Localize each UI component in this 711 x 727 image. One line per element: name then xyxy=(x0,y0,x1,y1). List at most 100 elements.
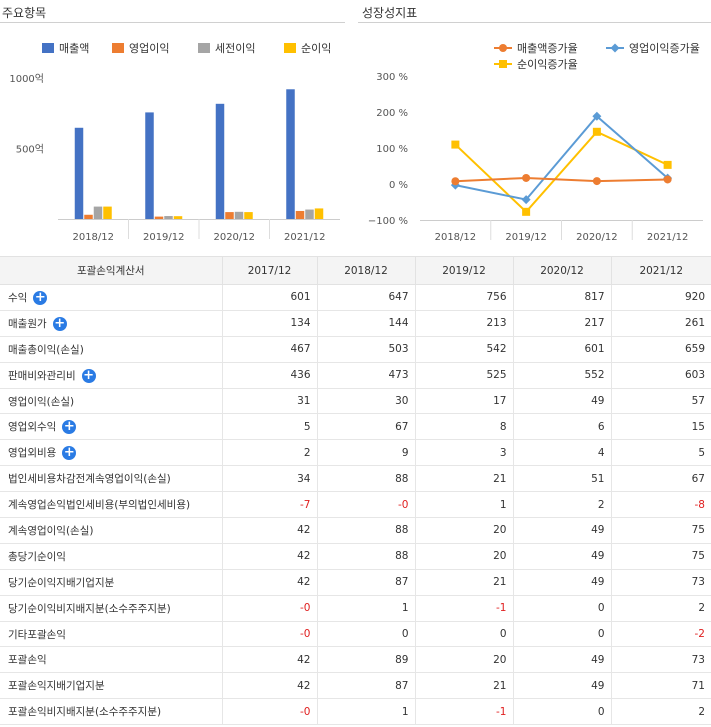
row-label: 기타포괄손익 xyxy=(8,628,66,641)
row-label-cell: 당기순이익비지배지분(소수주주지분) xyxy=(0,595,223,622)
row-label-cell: 포괄손익지배기업지분 xyxy=(0,672,223,700)
value-cell: 20 xyxy=(415,646,514,674)
expand-plus-icon[interactable]: + xyxy=(62,420,77,435)
value-cell: -0 xyxy=(222,621,318,648)
table-row: 계속영업손익법인세비용(부의법인세비용) -7 -0 1 2 -8 xyxy=(0,491,711,519)
value-cell: 3 xyxy=(415,439,514,467)
point-2-2 xyxy=(592,127,601,136)
value-cell: 49 xyxy=(513,569,612,596)
row-label-cell: 포괄손익 xyxy=(0,646,223,674)
value-cell: -0 xyxy=(222,595,318,622)
value-cell: 659 xyxy=(611,336,711,363)
row-label: 영업외수익 xyxy=(8,421,57,434)
table-header-year: 2020/12 xyxy=(513,256,612,285)
value-cell: 51 xyxy=(513,465,612,493)
value-cell: 87 xyxy=(317,672,416,700)
value-cell: 552 xyxy=(513,362,612,389)
bar-2-1 xyxy=(164,216,173,219)
series-line-0 xyxy=(455,176,668,183)
legend-label-1: 영업이익증가율 xyxy=(629,42,700,55)
row-label: 총당기순이익 xyxy=(8,550,66,563)
bar-0-2 xyxy=(215,103,225,219)
value-cell: -0 xyxy=(222,698,318,726)
value-cell: 73 xyxy=(611,646,711,674)
y-tick-label: 300 % xyxy=(376,72,408,83)
value-cell: 920 xyxy=(611,284,711,311)
value-cell: -7 xyxy=(222,491,318,519)
table-header-year: 2021/12 xyxy=(611,256,711,285)
row-label-cell: 계속영업손익법인세비용(부의법인세비용) xyxy=(0,491,223,519)
value-cell: 6 xyxy=(513,413,612,441)
row-label-cell: 총당기순이익 xyxy=(0,543,223,570)
value-cell: 88 xyxy=(317,517,416,544)
table-header-title: 포괄손익계산서 xyxy=(0,256,223,285)
value-cell: 467 xyxy=(222,336,318,363)
y-tick-label: 100 % xyxy=(376,144,408,155)
value-cell: 20 xyxy=(415,543,514,570)
expand-plus-icon[interactable]: + xyxy=(62,446,77,461)
table-row: 당기순이익비지배지분(소수주주지분) -0 1 -1 0 2 xyxy=(0,595,711,622)
growth-line-chart: 매출액증가율 영업이익증가율순이익증가율 300 % 200 % 100 % 0 % −10… xyxy=(368,42,703,243)
point-2-3 xyxy=(663,160,672,169)
table-row: 포괄손익지배기업지분 42 87 21 49 71 xyxy=(0,672,711,700)
value-cell: 134 xyxy=(222,310,318,337)
table-row: 포괄손익 42 89 20 49 73 xyxy=(0,646,711,674)
table-header-year: 2019/12 xyxy=(415,256,514,285)
value-cell: 49 xyxy=(513,672,612,700)
value-cell: 49 xyxy=(513,388,612,415)
bar-3-1 xyxy=(173,216,183,219)
legend-swatch-3 xyxy=(284,43,296,53)
legend-marker-0 xyxy=(499,44,507,52)
value-cell: 261 xyxy=(611,310,711,337)
value-cell: -0 xyxy=(317,491,416,519)
row-label-cell: 포괄손익비지배지분(소수주주지분) xyxy=(0,698,223,726)
series-line-1 xyxy=(455,114,669,201)
value-cell: 5 xyxy=(611,439,711,467)
point-2-1 xyxy=(522,207,531,216)
row-label: 법인세비용차감전계속영업이익(손실) xyxy=(8,473,171,486)
value-cell: 144 xyxy=(317,310,416,337)
value-cell: 15 xyxy=(611,413,711,441)
row-label: 판매비와관리비 xyxy=(8,369,76,382)
table-header-year: 2017/12 xyxy=(222,256,318,285)
value-cell: 42 xyxy=(222,517,318,544)
point-2-0 xyxy=(451,140,460,149)
growth-panel: 성장성지표 매출액증가율 영업이익증가율 순이익증가율 300 % 200 % 100 %… xyxy=(358,0,711,256)
x-tick-label: 2019/12 xyxy=(505,232,547,243)
value-cell: 4 xyxy=(513,439,612,467)
series-line-2 xyxy=(454,130,669,214)
row-label-cell: 판매비와관리비 + xyxy=(0,362,223,389)
table-header-row: 포괄손익계산서 2017/12 2018/12 2019/12 2020/12 2021/… xyxy=(0,256,711,285)
value-cell: 647 xyxy=(317,284,416,311)
y-tick-label: −100 % xyxy=(368,216,408,227)
y-tick-label: 0 % xyxy=(389,180,408,191)
x-tick-label: 2021/12 xyxy=(284,232,326,243)
bar-2-3 xyxy=(305,209,314,219)
row-label: 포괄손익지배기업지분 xyxy=(8,680,105,693)
expand-plus-icon[interactable]: + xyxy=(81,368,96,383)
bar-1-0 xyxy=(84,214,93,219)
row-label-cell: 영업외비용 + xyxy=(0,439,223,467)
expand-plus-icon[interactable]: + xyxy=(33,290,48,305)
table-row: 수익 +601 647 756 817 920 xyxy=(0,284,711,311)
expand-plus-icon[interactable]: + xyxy=(52,316,67,331)
bar-2-2 xyxy=(234,211,244,219)
value-cell: 67 xyxy=(317,413,416,441)
main-items-panel: 주요항목 매출액 영업이익 세전이익 순이익 500억 1000억 2018/12 2019/… xyxy=(0,0,345,256)
bar-2-0 xyxy=(93,206,103,219)
legend-label-2: 세전이익 xyxy=(215,42,255,55)
value-cell: 1 xyxy=(317,595,416,622)
value-cell: 217 xyxy=(513,310,612,337)
row-label-cell: 영업외수익 + xyxy=(0,413,223,441)
value-cell: -8 xyxy=(611,491,711,519)
value-cell: 0 xyxy=(513,595,612,622)
table-row: 법인세비용차감전계속영업이익(손실) 34 88 21 51 67 xyxy=(0,465,711,493)
point-0-0 xyxy=(451,177,460,186)
value-cell: 21 xyxy=(415,672,514,700)
value-cell: 473 xyxy=(317,362,416,389)
legend-label-0: 매출액 xyxy=(59,42,89,55)
value-cell: 49 xyxy=(513,517,612,544)
table-row: 포괄손익비지배지분(소수주주지분) -0 1 -1 0 2 xyxy=(0,698,711,726)
row-label-cell: 매출총이익(손실) xyxy=(0,336,223,363)
value-cell: 21 xyxy=(415,465,514,493)
